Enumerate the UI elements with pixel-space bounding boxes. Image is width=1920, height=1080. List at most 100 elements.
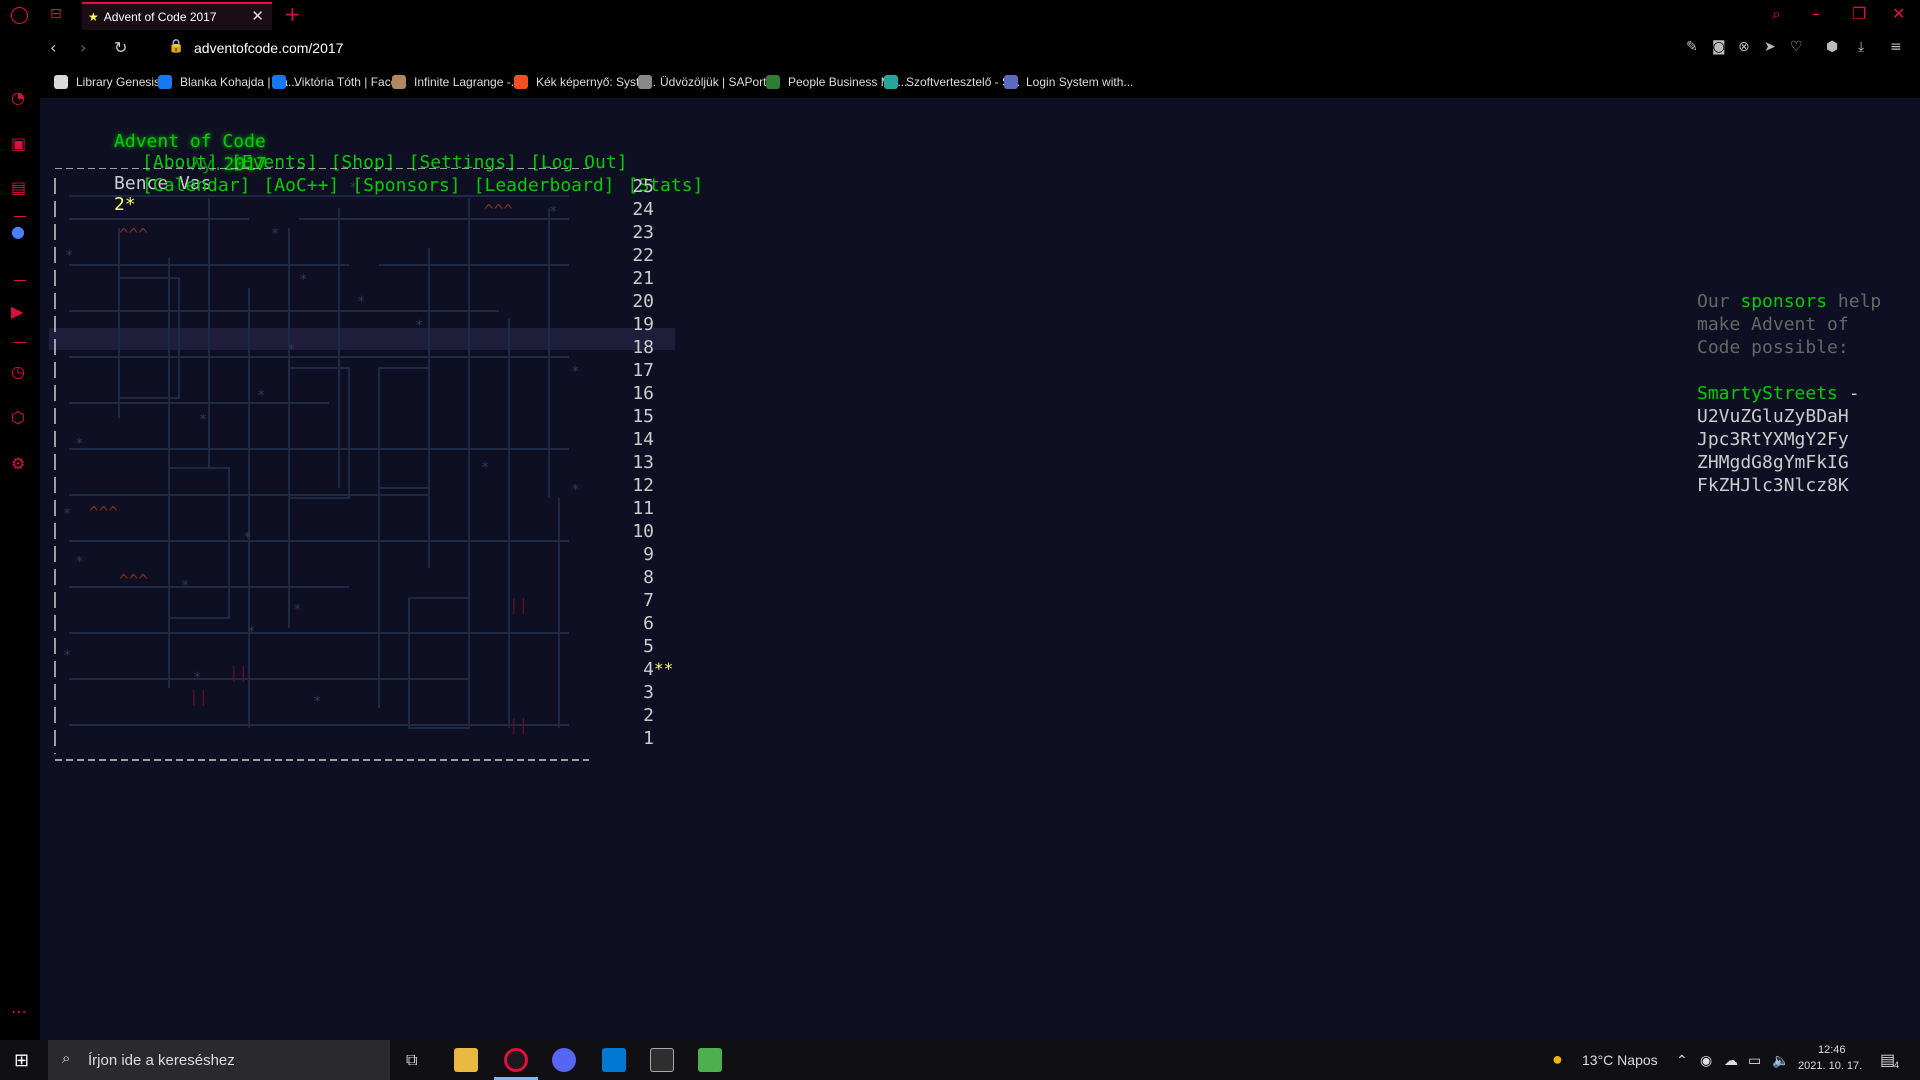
weather-sun-icon: ● xyxy=(1552,1049,1563,1069)
vscode-icon[interactable] xyxy=(602,1048,626,1072)
restore-icon[interactable]: ❐ xyxy=(1852,4,1866,23)
bookmark-item[interactable]: Infinite Lagrange -... xyxy=(392,75,521,89)
workspace-icon[interactable]: ⊟ xyxy=(50,6,62,22)
calendar-day-7[interactable]: 7 xyxy=(614,590,654,611)
url-field[interactable]: adventofcode.com/2017 xyxy=(194,40,343,56)
calendar-day-16[interactable]: 16 xyxy=(614,383,654,404)
calendar-day-2[interactable]: 2 xyxy=(614,705,654,726)
calendar-day-6[interactable]: 6 xyxy=(614,613,654,634)
calendar-day-22[interactable]: 22 xyxy=(614,245,654,266)
discord-icon[interactable] xyxy=(552,1048,576,1072)
menu-icon[interactable]: ≡ xyxy=(1890,39,1902,55)
notepad-icon[interactable] xyxy=(698,1048,722,1072)
bookmark-label: Viktória Tóth | Face... xyxy=(294,75,408,89)
taskbar-search-input[interactable]: ⌕ Írjon ide a kereséshez xyxy=(48,1040,390,1080)
calendar-day-11[interactable]: 11 xyxy=(614,498,654,519)
clock-time[interactable]: 12:46 xyxy=(1818,1044,1846,1056)
day-4-stars: ** xyxy=(654,659,674,678)
calendar-day-9[interactable]: 9 xyxy=(614,544,654,565)
circuit-star-icon: * xyxy=(313,694,321,710)
notification-icon[interactable]: ▤ xyxy=(1880,1050,1895,1070)
browser-tab-active[interactable]: ★ Advent of Code 2017 ✕ xyxy=(82,2,272,30)
tray-chevron-icon[interactable]: ⌃ xyxy=(1676,1052,1688,1069)
sponsor-name-link[interactable]: SmartyStreets xyxy=(1697,383,1838,404)
circuit-star-icon: * xyxy=(181,578,189,594)
calendar-day-18[interactable]: 18 xyxy=(614,337,654,358)
shopping-icon[interactable]: ▣ xyxy=(11,134,26,153)
tab-close-icon[interactable]: ✕ xyxy=(251,7,264,25)
new-tab-button[interactable]: + xyxy=(284,2,301,26)
circuit-chip xyxy=(408,597,470,729)
calendar-day-12[interactable]: 12 xyxy=(614,475,654,496)
search-tabs-icon[interactable]: ⌕ xyxy=(1772,4,1781,24)
extensions-icon[interactable]: ⬡ xyxy=(11,408,25,427)
messenger-icon[interactable]: ● xyxy=(11,222,25,241)
terminal-icon[interactable] xyxy=(650,1048,674,1072)
volume-icon[interactable]: 🔈 xyxy=(1772,1052,1789,1069)
task-view-icon[interactable]: ⧉ xyxy=(406,1050,417,1070)
heart-icon[interactable]: ♡ xyxy=(1790,39,1803,55)
edit-icon[interactable]: ✎ xyxy=(1686,39,1698,55)
box-icon[interactable]: ⬢ xyxy=(1826,39,1838,55)
bookmark-item[interactable]: Login System with... xyxy=(1004,75,1133,89)
back-icon[interactable]: ‹ xyxy=(50,38,56,57)
circuit-star-icon: * xyxy=(349,180,357,196)
settings-gear-icon[interactable]: ⚙ xyxy=(11,454,25,473)
twitch-icon[interactable]: ▤ xyxy=(11,178,26,197)
calendar-day-23[interactable]: 23 xyxy=(614,222,654,243)
more-icon[interactable]: ⋯ xyxy=(11,1002,27,1021)
windows-taskbar: ⊞ ⌕ Írjon ide a kereséshez ⧉ ● 13°C Napo… xyxy=(0,1040,1920,1080)
speed-dial-icon[interactable]: ◔ xyxy=(11,88,25,107)
calendar-day-14[interactable]: 14 xyxy=(614,429,654,450)
calendar-day-25[interactable]: 25 xyxy=(614,176,654,197)
history-icon[interactable]: ◷ xyxy=(11,362,25,381)
resistor-icon: ^^^ xyxy=(119,571,148,590)
camera-icon[interactable]: ◙ xyxy=(1712,39,1726,55)
reload-icon[interactable]: ↻ xyxy=(114,38,127,57)
calendar-day-4[interactable]: 4 xyxy=(614,659,654,680)
browser-titlebar: ◯ ⊟ ★ Advent of Code 2017 ✕ + ⌕ – ❐ ✕ xyxy=(0,0,1920,30)
bookmark-item[interactable]: Viktória Tóth | Face... xyxy=(272,75,407,89)
sponsor-text: make Advent of xyxy=(1697,314,1849,335)
calendar-day-20[interactable]: 20 xyxy=(614,291,654,312)
weather-text[interactable]: 13°C Napos xyxy=(1582,1052,1658,1068)
calendar-day-10[interactable]: 10 xyxy=(614,521,654,542)
calendar-day-3[interactable]: 3 xyxy=(614,682,654,703)
clock-date[interactable]: 2021. 10. 17. xyxy=(1798,1060,1862,1072)
opera-logo-icon[interactable]: ◯ xyxy=(10,5,29,25)
onedrive-icon[interactable]: ☁ xyxy=(1724,1052,1738,1069)
calendar-day-13[interactable]: 13 xyxy=(614,452,654,473)
calendar-day-21[interactable]: 21 xyxy=(614,268,654,289)
calendar-day-5[interactable]: 5 xyxy=(614,636,654,657)
calendar-day-1[interactable]: 1 xyxy=(614,728,654,749)
download-icon[interactable]: ⤓ xyxy=(1858,39,1864,55)
bookmark-item[interactable]: Üdvözöljük | SAPortál xyxy=(638,75,776,89)
bookmark-item[interactable]: Library Genesis xyxy=(54,75,160,89)
capacitor-icon: || xyxy=(509,595,528,614)
player-icon[interactable]: ▶ xyxy=(11,302,23,321)
sponsors-link[interactable]: sponsors xyxy=(1740,291,1827,312)
circuit-star-icon: * xyxy=(63,648,71,664)
bookmark-item[interactable]: Kék képernyő: Syste... xyxy=(514,75,656,89)
forward-icon[interactable]: › xyxy=(80,38,86,57)
file-explorer-icon[interactable] xyxy=(454,1048,478,1072)
discord-tray-icon[interactable]: ◉ xyxy=(1700,1052,1712,1069)
circuit-star-icon: * xyxy=(287,342,295,358)
calendar-day-15[interactable]: 15 xyxy=(614,406,654,427)
windows-start-icon[interactable]: ⊞ xyxy=(14,1050,29,1071)
bookmark-item[interactable]: Szoftvertesztelő - S... xyxy=(884,75,1020,89)
calendar-day-8[interactable]: 8 xyxy=(614,567,654,588)
send-icon[interactable]: ➤ xyxy=(1764,39,1776,55)
network-icon[interactable]: ▭ xyxy=(1748,1052,1761,1069)
bookmark-favicon-icon xyxy=(1004,75,1018,89)
calendar-day-17[interactable]: 17 xyxy=(614,360,654,381)
sponsor-text: help xyxy=(1837,291,1882,312)
calendar-day-24[interactable]: 24 xyxy=(614,199,654,220)
opera-taskbar-icon[interactable] xyxy=(504,1048,528,1072)
calendar-day-19[interactable]: 19 xyxy=(614,314,654,335)
close-window-icon[interactable]: ✕ xyxy=(1892,4,1905,23)
bookmarks-bar: Library Genesis Blanka Kohajda | Fa... Vik… xyxy=(40,68,1920,98)
minimize-icon[interactable]: – xyxy=(1812,4,1820,23)
adblock-icon[interactable]: ⊗ xyxy=(1738,39,1750,55)
search-icon: ⌕ xyxy=(62,1050,71,1067)
